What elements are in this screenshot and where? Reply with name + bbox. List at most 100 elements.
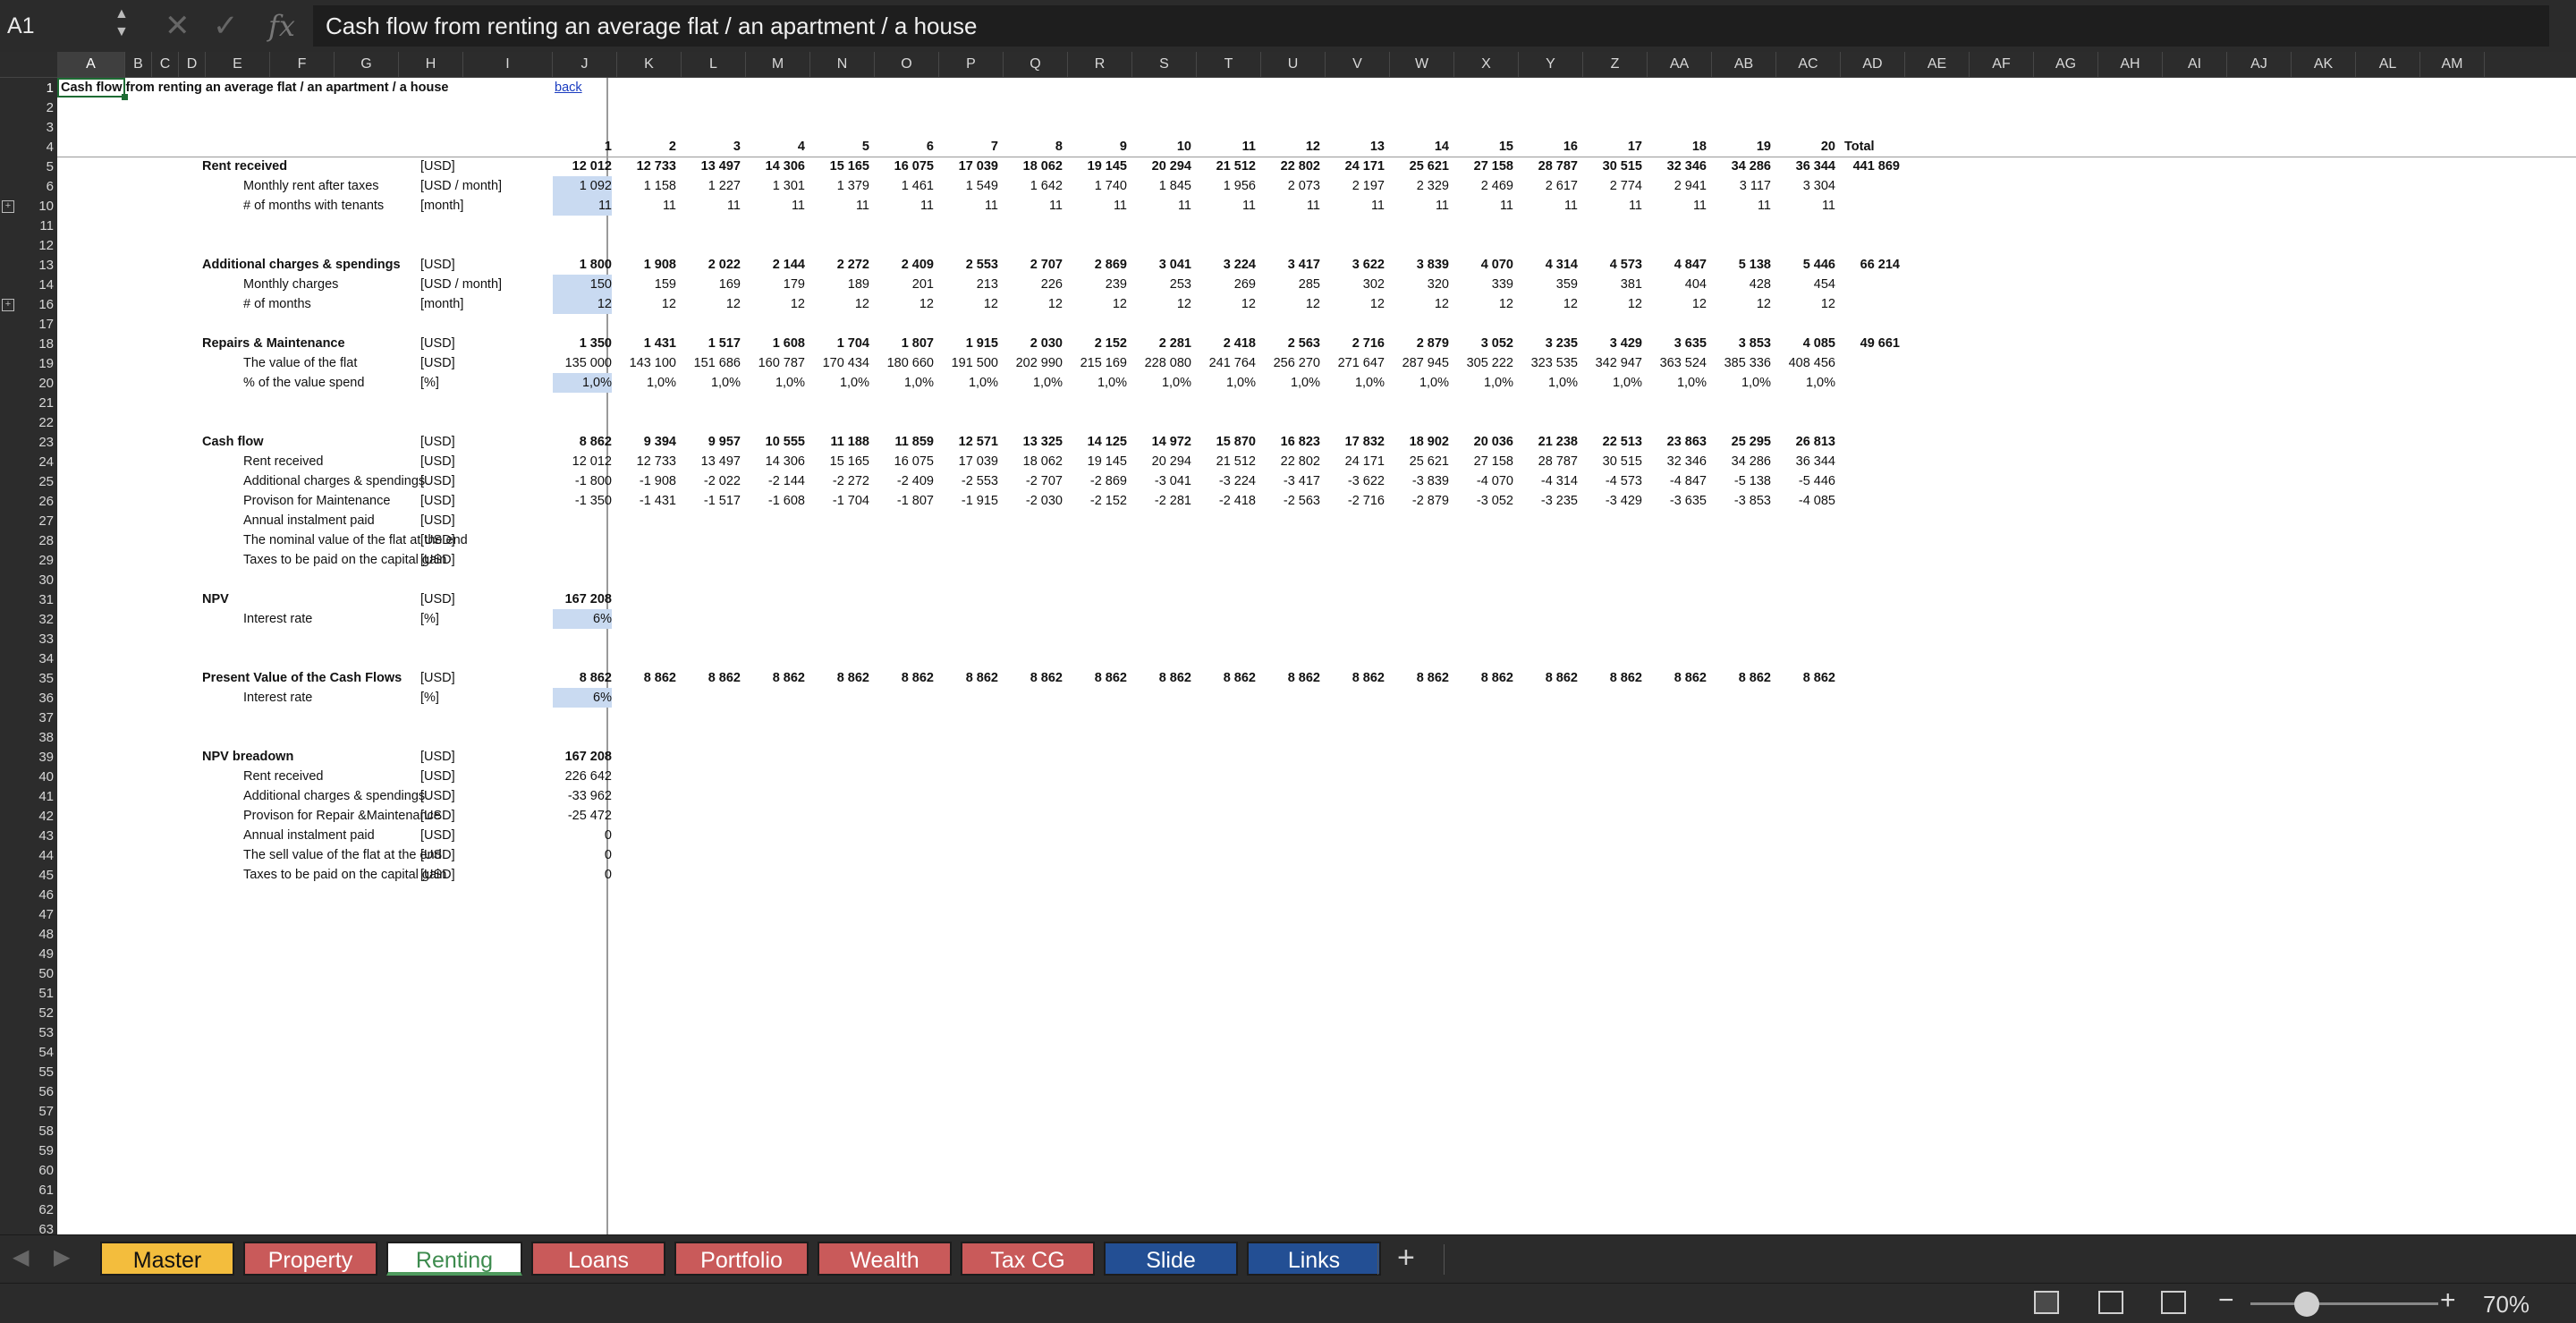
value-cell[interactable]: 18 062 [1004,157,1063,176]
value-cell[interactable]: 11 [1197,196,1256,216]
value-cell[interactable]: 19 145 [1068,452,1127,471]
column-header-k[interactable]: K [617,52,682,77]
row-header-58[interactable]: 58 [25,1122,57,1141]
row-header-27[interactable]: 27 [25,512,57,531]
unit-label[interactable]: [USD] [420,157,455,176]
value-cell[interactable]: 28 787 [1519,452,1578,471]
value-cell[interactable]: 14 125 [1068,432,1127,452]
value-cell[interactable]: -3 622 [1326,471,1385,491]
value-cell[interactable]: 1,0% [1648,373,1707,393]
value-cell[interactable]: 12 [682,294,741,314]
value-cell[interactable]: 32 346 [1648,452,1707,471]
value-cell[interactable]: 12 [746,294,805,314]
value-cell[interactable]: 12 [1068,294,1127,314]
year-header[interactable]: 9 [1068,137,1127,157]
value-cell[interactable]: 1 301 [746,176,805,196]
value-cell[interactable]: 2 707 [1004,255,1063,275]
column-header-b[interactable]: B [125,52,152,77]
value-cell[interactable]: 12 [1519,294,1578,314]
value-cell[interactable]: 1 608 [746,334,805,353]
value-cell[interactable]: 8 862 [1197,668,1256,688]
year-header[interactable]: 2 [617,137,676,157]
value-cell[interactable]: 1 915 [939,334,998,353]
sheet-tab-renting[interactable]: Renting [386,1242,522,1276]
row-header-50[interactable]: 50 [25,964,57,984]
value-cell[interactable]: 5 138 [1712,255,1771,275]
value-cell[interactable]: -2 281 [1132,491,1191,511]
value-cell[interactable]: 11 [1648,196,1707,216]
unit-label[interactable]: [month] [420,294,463,314]
row-header-30[interactable]: 30 [25,571,57,590]
value-cell[interactable]: 428 [1712,275,1771,294]
value-cell[interactable]: 3 052 [1454,334,1513,353]
row-header-40[interactable]: 40 [25,768,57,787]
column-header-i[interactable]: I [463,52,553,77]
value-cell[interactable]: 320 [1390,275,1449,294]
value-cell[interactable]: 13 497 [682,452,741,471]
value-cell[interactable]: 2 073 [1261,176,1320,196]
value-cell[interactable]: 1 800 [553,255,612,275]
row-header-34[interactable]: 34 [25,649,57,669]
value-cell[interactable]: 1 517 [682,334,741,353]
value-cell[interactable]: 3 224 [1197,255,1256,275]
row-header-55[interactable]: 55 [25,1063,57,1082]
row-header-21[interactable]: 21 [25,394,57,413]
unit-label[interactable]: [USD / month] [420,275,502,294]
row-label[interactable]: Repairs & Maintenance [202,334,345,353]
year-header[interactable]: 4 [746,137,805,157]
value-cell[interactable]: 8 862 [1261,668,1320,688]
value-cell[interactable]: 27 158 [1454,157,1513,176]
row-header-51[interactable]: 51 [25,984,57,1004]
value-cell[interactable]: -5 446 [1776,471,1835,491]
next-sheet-icon[interactable]: ▶ [54,1244,70,1270]
value-cell[interactable]: 2 030 [1004,334,1063,353]
value-cell[interactable]: -2 879 [1390,491,1449,511]
value-cell[interactable]: 36 344 [1776,452,1835,471]
value-cell[interactable]: 3 417 [1261,255,1320,275]
row-header-46[interactable]: 46 [25,886,57,905]
value-cell[interactable]: -2 272 [810,471,869,491]
value-cell[interactable]: 151 686 [682,353,741,373]
value-cell[interactable]: 1,0% [1261,373,1320,393]
row-header-37[interactable]: 37 [25,708,57,728]
row-header-57[interactable]: 57 [25,1102,57,1122]
value-cell[interactable]: 12 [1583,294,1642,314]
unit-label[interactable]: [USD] [420,806,455,826]
value-cell[interactable]: 10 555 [746,432,805,452]
value-cell[interactable]: 159 [617,275,676,294]
unit-label[interactable]: [USD] [420,353,455,373]
row-header-47[interactable]: 47 [25,905,57,925]
value-cell[interactable]: -3 853 [1712,491,1771,511]
value-cell[interactable]: 2 152 [1068,334,1127,353]
value-cell[interactable]: 135 000 [553,353,612,373]
value-cell[interactable]: 32 346 [1648,157,1707,176]
row-header-19[interactable]: 19 [25,354,57,374]
back-link[interactable]: back [555,78,582,98]
value-cell[interactable]: 1,0% [617,373,676,393]
value-cell[interactable]: 22 802 [1261,452,1320,471]
total-cell[interactable]: 49 661 [1841,334,1900,353]
value-cell[interactable]: 12 733 [617,452,676,471]
value-cell[interactable]: 3 041 [1132,255,1191,275]
column-header-am[interactable]: AM [2420,52,2485,77]
value-cell[interactable]: -1 915 [939,491,998,511]
value-cell[interactable]: 3 622 [1326,255,1385,275]
value-cell[interactable]: 1,0% [875,373,934,393]
value-cell[interactable]: -2 707 [1004,471,1063,491]
value-cell[interactable]: -5 138 [1712,471,1771,491]
value-cell[interactable]: 25 621 [1390,452,1449,471]
expand-group-icon[interactable]: + [2,200,14,213]
total-header[interactable]: Total [1844,137,1875,157]
value-cell[interactable]: -1 350 [553,491,612,511]
value-cell[interactable]: 2 144 [746,255,805,275]
row-header-31[interactable]: 31 [25,590,57,610]
column-header-ak[interactable]: AK [2292,52,2356,77]
column-header-af[interactable]: AF [1970,52,2034,77]
value-cell[interactable]: -25 472 [553,806,612,826]
value-cell[interactable]: 27 158 [1454,452,1513,471]
column-header-o[interactable]: O [875,52,939,77]
value-cell[interactable]: 256 270 [1261,353,1320,373]
add-sheet-button[interactable]: + [1397,1241,1415,1276]
unit-label[interactable]: [USD] [420,255,455,275]
sheet-tab-wealth[interactable]: Wealth [818,1242,952,1276]
